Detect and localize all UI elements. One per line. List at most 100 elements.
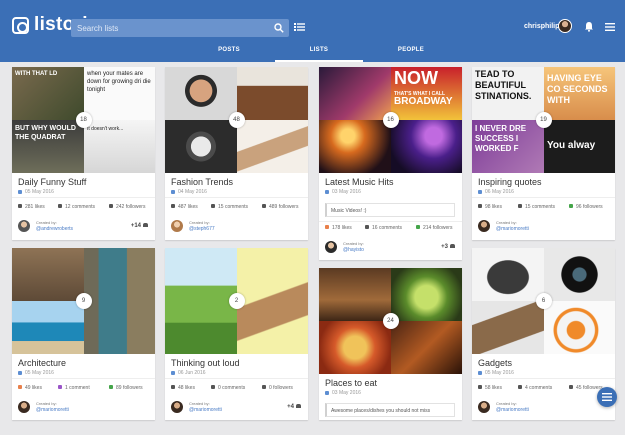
divider: [472, 197, 615, 198]
heart-icon: [18, 385, 22, 389]
author-link[interactable]: @steph677: [189, 226, 215, 232]
author-avatar[interactable]: [171, 220, 183, 232]
card-title[interactable]: Daily Funny Stuff: [18, 177, 86, 187]
likes-count[interactable]: 98 likes: [478, 204, 502, 210]
card-title[interactable]: Places to eat: [325, 378, 377, 388]
list-card[interactable]: 6 Gadgets 05 May 2016 58 likes 4 comment…: [472, 248, 615, 420]
comments-count[interactable]: 16 comments: [365, 225, 402, 231]
hamburger-menu-icon[interactable]: [605, 23, 615, 31]
card-image: [12, 301, 84, 354]
card-author[interactable]: Created by: @steph677: [171, 219, 303, 235]
followers-count[interactable]: 45 followers: [569, 385, 603, 391]
tab-posts[interactable]: POSTS: [210, 43, 248, 62]
collaborators-count[interactable]: +14: [131, 223, 148, 229]
card-title[interactable]: Fashion Trends: [171, 177, 233, 187]
created-by-label: Created by:: [36, 401, 57, 406]
card-title[interactable]: Inspiring quotes: [478, 177, 542, 187]
list-card[interactable]: 2 Thinking out loud 06 Jun 2016 48 likes…: [165, 248, 308, 420]
tab-people[interactable]: PEOPLE: [392, 43, 430, 62]
collaborators-count[interactable]: +4: [287, 404, 301, 410]
author-link[interactable]: @hayisto: [343, 247, 364, 253]
card-image-mosaic[interactable]: 2: [165, 248, 308, 354]
card-image-mosaic[interactable]: 24: [319, 268, 462, 374]
list-card[interactable]: 24 Places to eat 03 May 2016 Awesome pla…: [319, 268, 462, 420]
followers-count[interactable]: 489 followers: [262, 204, 298, 210]
author-link[interactable]: @mariomoretti: [36, 407, 69, 413]
author-avatar[interactable]: [478, 220, 490, 232]
list-view-icon[interactable]: [294, 22, 305, 32]
author-link[interactable]: @mariomoretti: [496, 407, 529, 413]
comments-count[interactable]: 4 comments: [518, 385, 552, 391]
card-author[interactable]: Created by: @hayisto +3: [325, 240, 457, 256]
comments-count[interactable]: 15 comments: [518, 204, 555, 210]
likes-count[interactable]: 281 likes: [18, 204, 45, 210]
collaborators-count[interactable]: +3: [441, 244, 455, 250]
created-by-label: Created by:: [343, 241, 364, 246]
follower-icon: [109, 204, 113, 208]
card-date: 05 May 2016: [18, 189, 54, 195]
comments-count[interactable]: 1 comment: [58, 385, 90, 391]
card-author[interactable]: Created by: @mariomoretti +4: [171, 400, 303, 416]
search-input[interactable]: [71, 19, 266, 37]
comment-icon: [211, 385, 215, 389]
followers-count[interactable]: 214 followers: [416, 225, 452, 231]
likes-count[interactable]: 48 likes: [171, 385, 195, 391]
author-avatar[interactable]: [18, 220, 30, 232]
image-count-badge: 18: [75, 112, 92, 128]
card-image-mosaic[interactable]: 48: [165, 67, 308, 173]
author-avatar[interactable]: [325, 241, 337, 253]
author-avatar[interactable]: [171, 401, 183, 413]
followers-count[interactable]: 96 followers: [569, 204, 603, 210]
followers-count[interactable]: 89 followers: [109, 385, 143, 391]
list-card[interactable]: 48 Fashion Trends 04 May 2016 487 likes …: [165, 67, 308, 240]
heart-icon: [478, 385, 482, 389]
search-icon[interactable]: [274, 23, 284, 33]
author-link[interactable]: @mariomoretti: [496, 226, 529, 232]
card-author[interactable]: Created by: @mariomoretti: [478, 219, 610, 235]
likes-count[interactable]: 49 likes: [18, 385, 42, 391]
card-date: 06 Jun 2016: [171, 370, 206, 376]
image-count-badge: 9: [75, 293, 92, 309]
list-card[interactable]: TEAD TO BEAUTIFUL STINATIONS. HAVING EYE…: [472, 67, 615, 240]
tab-lists[interactable]: LISTS: [275, 43, 363, 62]
card-image: [165, 67, 237, 120]
likes-count[interactable]: 178 likes: [325, 225, 352, 231]
card-title[interactable]: Thinking out loud: [171, 358, 240, 368]
author-link[interactable]: @andrewroberts: [36, 226, 73, 232]
author-avatar[interactable]: [478, 401, 490, 413]
card-author[interactable]: Created by: @mariomoretti: [478, 400, 610, 416]
comments-count[interactable]: 0 comments: [211, 385, 245, 391]
card-title[interactable]: Latest Music Hits: [325, 177, 394, 187]
card-image: HAVING EYE CO SECONDS WITH: [544, 67, 615, 120]
card-image-mosaic[interactable]: 6: [472, 248, 615, 354]
followers-count[interactable]: 242 followers: [109, 204, 145, 210]
author-avatar[interactable]: [18, 401, 30, 413]
card-author[interactable]: Created by: @mariomoretti: [18, 400, 150, 416]
floating-menu-button[interactable]: [597, 387, 617, 407]
likes-count[interactable]: 58 likes: [478, 385, 502, 391]
comment-icon: [365, 225, 369, 229]
comment-icon: [58, 385, 62, 389]
likes-count[interactable]: 487 likes: [171, 204, 198, 210]
divider: [165, 378, 308, 379]
card-image-mosaic[interactable]: TEAD TO BEAUTIFUL STINATIONS. HAVING EYE…: [472, 67, 615, 173]
list-card[interactable]: WITH THAT LD when your mates are down fo…: [12, 67, 155, 240]
followers-count[interactable]: 0 followers: [262, 385, 293, 391]
list-card[interactable]: NOW THAT'S WHAT I CALL BROADWAY 16 Lates…: [319, 67, 462, 260]
comments-count[interactable]: 12 comments: [58, 204, 95, 210]
card-image: [237, 248, 308, 354]
author-link[interactable]: @mariomoretti: [189, 407, 222, 413]
comments-count[interactable]: 15 comments: [211, 204, 248, 210]
user-avatar[interactable]: [558, 19, 572, 33]
card-description: Awesome places/dishes you should not mis…: [325, 403, 455, 417]
menu-icon: [602, 393, 612, 401]
created-by-label: Created by:: [36, 220, 57, 225]
card-author[interactable]: Created by: @andrewroberts +14: [18, 219, 150, 235]
notification-bell-icon[interactable]: [584, 21, 594, 32]
card-title[interactable]: Architecture: [18, 358, 66, 368]
card-title[interactable]: Gadgets: [478, 358, 512, 368]
card-image-mosaic[interactable]: WITH THAT LD when your mates are down fo…: [12, 67, 155, 173]
card-image-mosaic[interactable]: 9: [12, 248, 155, 354]
list-card[interactable]: 9 Architecture 05 May 2016 49 likes 1 co…: [12, 248, 155, 420]
card-image-mosaic[interactable]: NOW THAT'S WHAT I CALL BROADWAY 16: [319, 67, 462, 173]
